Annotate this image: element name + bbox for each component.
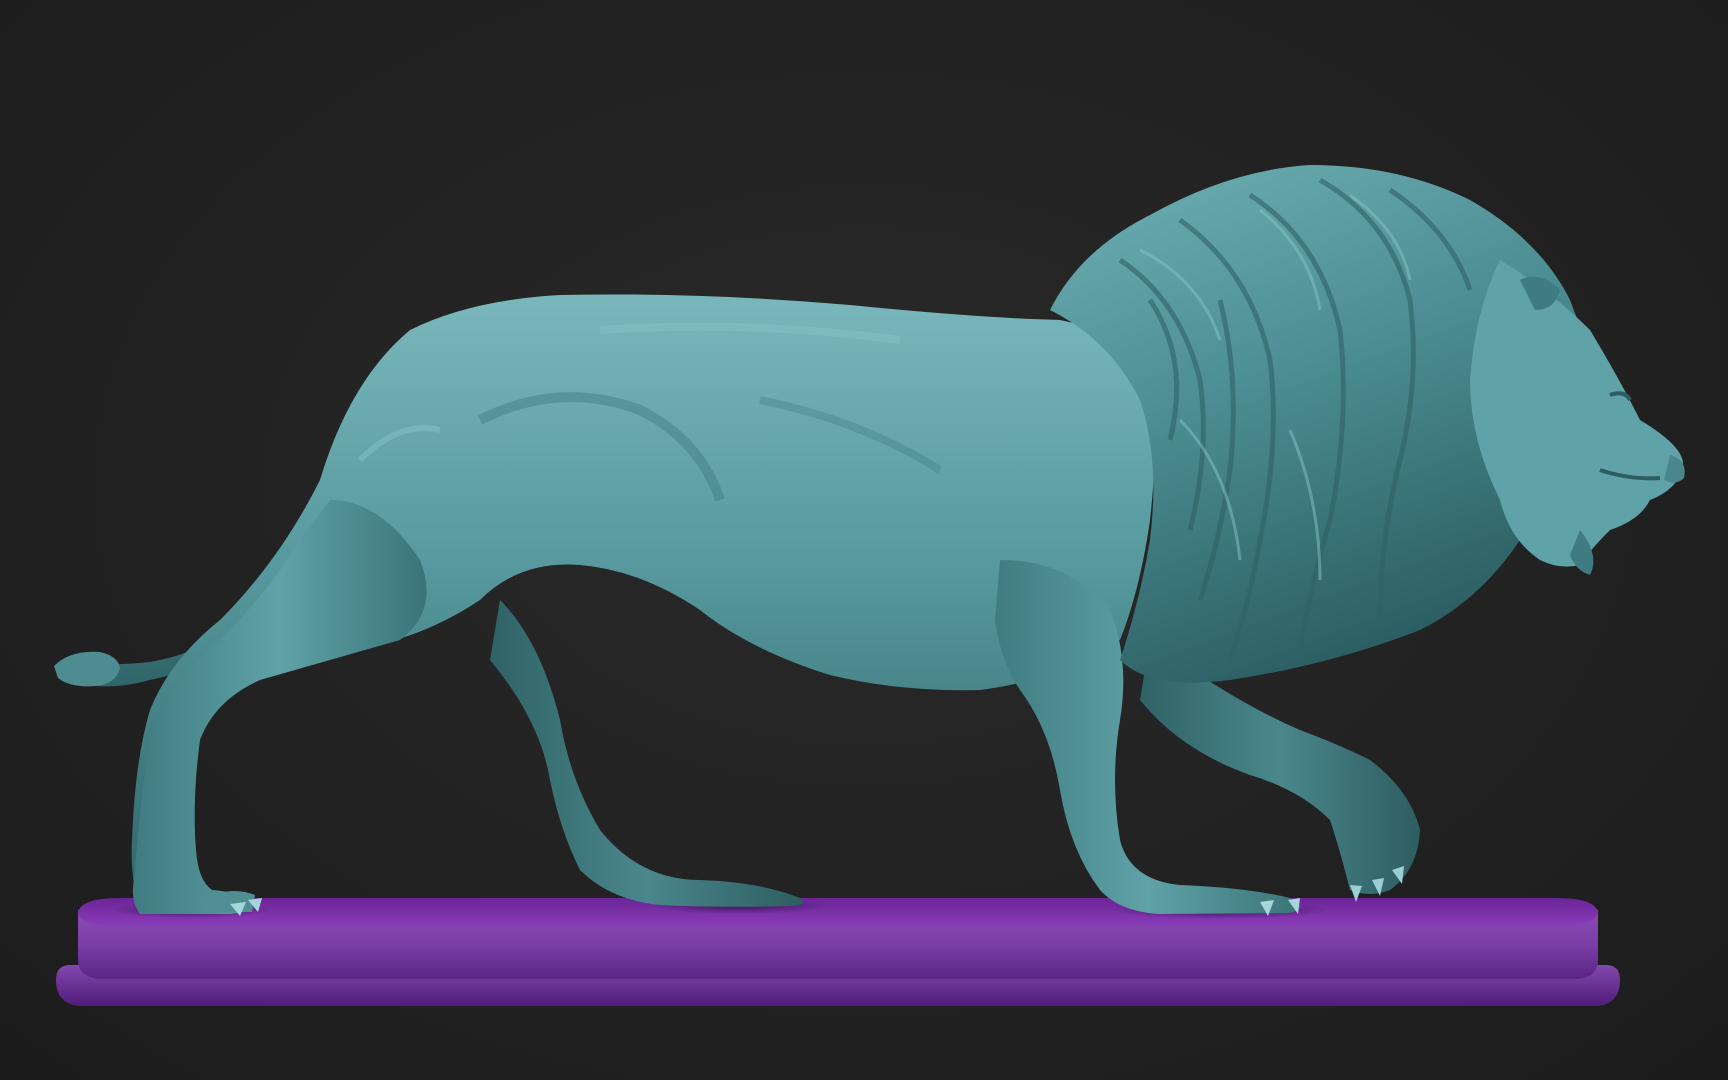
pedestal <box>56 898 1620 1006</box>
lion-sculpture-render <box>54 165 1685 1006</box>
render-viewport[interactable] <box>0 0 1728 1080</box>
lion-model <box>54 165 1685 916</box>
